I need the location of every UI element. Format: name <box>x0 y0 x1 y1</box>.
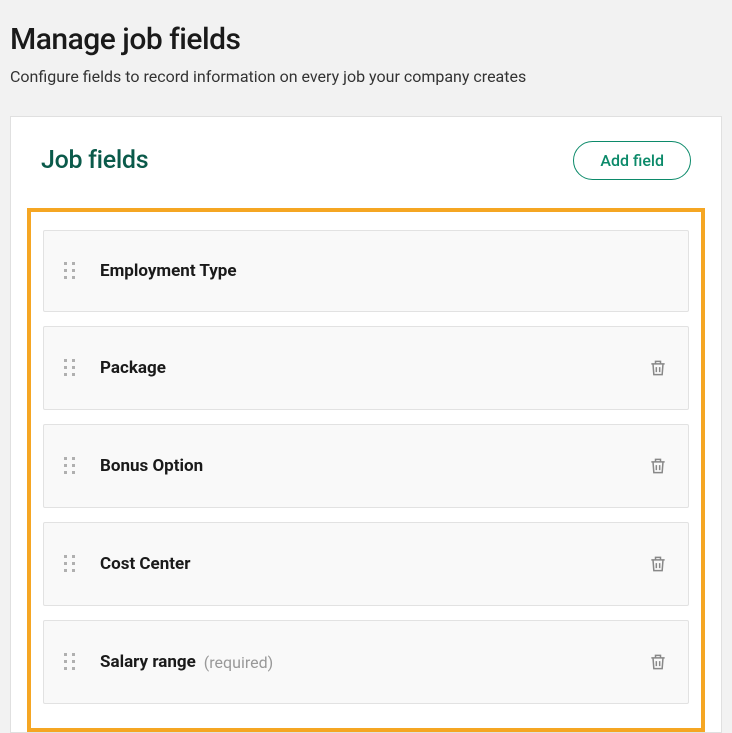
drag-handle-icon[interactable] <box>64 262 76 280</box>
drag-handle-icon[interactable] <box>64 359 76 377</box>
trash-icon[interactable] <box>648 455 668 477</box>
trash-icon[interactable] <box>648 553 668 575</box>
trash-icon[interactable] <box>648 651 668 673</box>
card-header: Job fields Add field <box>11 117 721 196</box>
field-label: Package <box>100 358 166 378</box>
drag-handle-icon[interactable] <box>64 653 76 671</box>
page-subtitle: Configure fields to record information o… <box>10 67 722 86</box>
page-title: Manage job fields <box>10 22 722 57</box>
field-label: Bonus Option <box>100 456 203 476</box>
drag-handle-icon[interactable] <box>64 555 76 573</box>
card-title: Job fields <box>41 146 148 175</box>
job-fields-card: Job fields Add field Employment Type <box>10 116 722 733</box>
field-row[interactable]: Employment Type <box>43 230 689 312</box>
field-row[interactable]: Cost Center <box>43 522 689 606</box>
field-label: Salary range <box>100 652 196 672</box>
trash-icon[interactable] <box>648 357 668 379</box>
drag-handle-icon[interactable] <box>64 457 76 475</box>
required-tag: (required) <box>204 653 273 672</box>
field-row[interactable]: Bonus Option <box>43 424 689 508</box>
fields-highlight-box: Employment Type Package <box>27 208 705 732</box>
field-label: Employment Type <box>100 261 237 281</box>
field-row[interactable]: Salary range (required) <box>43 620 689 704</box>
add-field-button[interactable]: Add field <box>573 141 691 180</box>
field-label: Cost Center <box>100 554 190 574</box>
field-row[interactable]: Package <box>43 326 689 410</box>
